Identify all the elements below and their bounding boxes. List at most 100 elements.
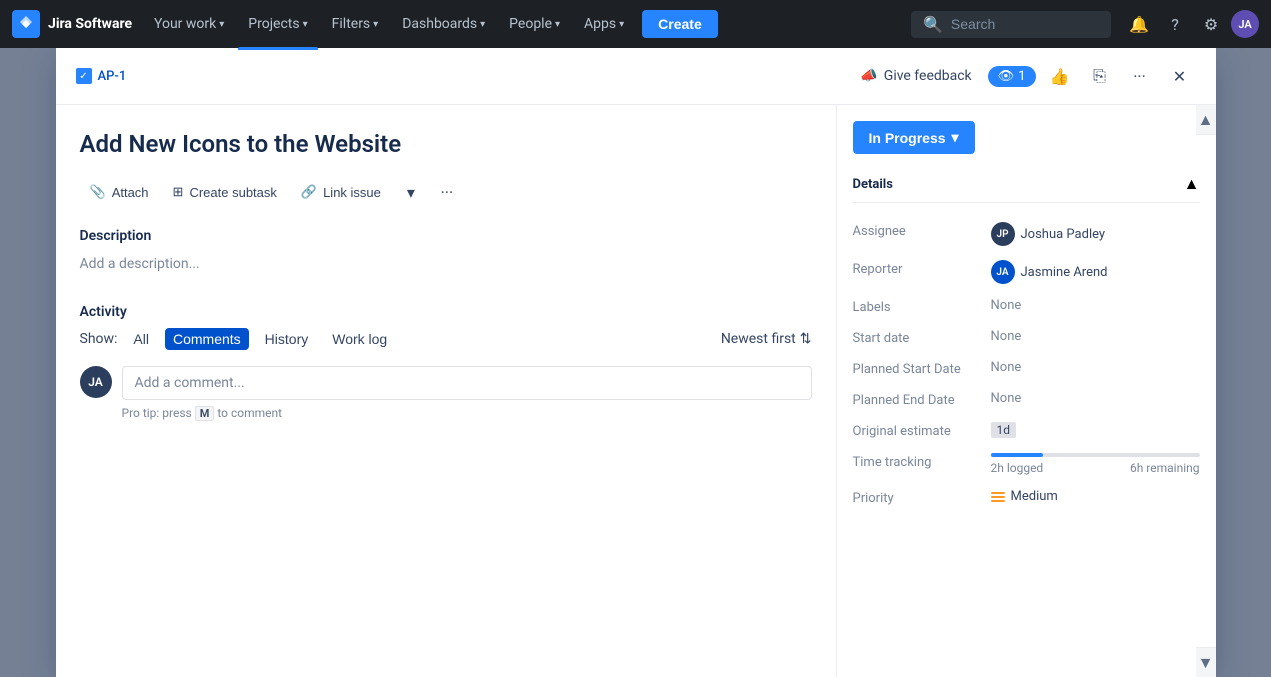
scroll-down-button[interactable]: ▼: [1196, 647, 1216, 677]
watch-icon: 👁: [998, 69, 1015, 84]
top-navigation: Jira Software Your work ▾ Projects ▾ Fil…: [0, 0, 1271, 48]
jira-logo-icon: [12, 10, 40, 38]
toolbar-expand-button[interactable]: ▾: [395, 176, 427, 208]
time-tracking-label: Time tracking: [853, 453, 983, 470]
logo[interactable]: Jira Software: [12, 10, 132, 38]
filter-comments-button[interactable]: Comments: [165, 328, 249, 350]
link-issue-button[interactable]: 🔗 Link issue: [291, 179, 391, 205]
filter-all-button[interactable]: All: [125, 328, 157, 350]
toolbar: 📎 Attach ⊞ Create subtask 🔗 Link issue ▾…: [80, 176, 812, 208]
description-section: Description Add a description...: [80, 228, 812, 276]
issue-id[interactable]: ✓ AP-1: [76, 68, 127, 84]
modal-actions: 📣 Give feedback 👁 1 👍 ⎘ ··· ✕: [852, 60, 1195, 92]
link-icon: 🔗: [301, 184, 317, 200]
priority-value[interactable]: Medium: [991, 489, 1058, 504]
activity-filter-row: Show: All Comments History Work log Newe…: [80, 328, 812, 350]
planned-start-row: Planned Start Date None: [853, 353, 1200, 384]
issue-title: Add New Icons to the Website: [80, 129, 812, 160]
time-labels: 2h logged 6h remaining: [991, 461, 1200, 475]
issue-modal: ✓ AP-1 📣 Give feedback 👁 1 👍 ⎘ ··· ✕ Add…: [56, 48, 1216, 677]
assignee-value[interactable]: JP Joshua Padley: [991, 222, 1106, 246]
start-date-value[interactable]: None: [991, 329, 1022, 344]
give-feedback-button[interactable]: 📣 Give feedback: [852, 64, 979, 88]
planned-end-row: Planned End Date None: [853, 384, 1200, 415]
sort-newest-button[interactable]: Newest first ⇅: [721, 331, 812, 347]
modal-header: ✓ AP-1 📣 Give feedback 👁 1 👍 ⎘ ··· ✕: [56, 48, 1216, 105]
create-subtask-button[interactable]: ⊞ Create subtask: [163, 179, 287, 205]
reporter-label: Reporter: [853, 260, 983, 277]
filters-chevron: ▾: [373, 19, 378, 30]
description-label: Description: [80, 228, 812, 244]
filter-history-button[interactable]: History: [257, 328, 317, 350]
description-input[interactable]: Add a description...: [80, 252, 812, 276]
details-title: Details: [853, 177, 893, 192]
nav-dashboards[interactable]: Dashboards ▾: [392, 12, 495, 36]
activity-label: Activity: [80, 304, 812, 320]
planned-end-value[interactable]: None: [991, 391, 1022, 406]
details-header[interactable]: Details ▲: [853, 166, 1200, 203]
planned-start-label: Planned Start Date: [853, 360, 983, 377]
labels-row: Labels None: [853, 291, 1200, 322]
estimate-badge: 1d: [991, 422, 1017, 438]
projects-chevron: ▾: [303, 19, 308, 30]
status-section: In Progress ▾: [837, 105, 1216, 166]
right-panel: ▲ In Progress ▾ Details ▲ Assignee: [836, 105, 1216, 677]
pro-tip: Pro tip: press M to comment: [122, 406, 812, 421]
nav-apps[interactable]: Apps ▾: [574, 12, 634, 36]
reporter-value[interactable]: JA Jasmine Arend: [991, 260, 1108, 284]
comment-input-row: JA Add a comment...: [80, 366, 812, 400]
reporter-avatar: JA: [991, 260, 1015, 284]
modal-body: Add New Icons to the Website 📎 Attach ⊞ …: [56, 105, 1216, 677]
priority-label: Priority: [853, 489, 983, 506]
logo-text: Jira Software: [48, 16, 132, 32]
attach-button[interactable]: 📎 Attach: [80, 179, 159, 205]
filter-worklog-button[interactable]: Work log: [324, 328, 395, 350]
nav-filters[interactable]: Filters ▾: [322, 12, 389, 36]
show-label: Show:: [80, 331, 118, 347]
details-collapse-icon: ▲: [1184, 174, 1200, 194]
time-tracking-row: Time tracking 2h logged 6h remaining: [853, 446, 1200, 482]
user-avatar[interactable]: JA: [1231, 10, 1259, 38]
more-options-button[interactable]: ···: [1124, 60, 1156, 92]
left-panel: Add New Icons to the Website 📎 Attach ⊞ …: [56, 105, 836, 677]
close-button[interactable]: ✕: [1164, 60, 1196, 92]
assignee-row: Assignee JP Joshua Padley: [853, 215, 1200, 253]
nav-your-work[interactable]: Your work ▾: [144, 12, 234, 36]
watch-button[interactable]: 👁 1: [988, 66, 1036, 87]
labels-label: Labels: [853, 298, 983, 315]
planned-end-label: Planned End Date: [853, 391, 983, 408]
search-input[interactable]: [951, 16, 1099, 32]
time-remaining: 6h remaining: [1130, 461, 1200, 475]
original-estimate-value[interactable]: 1d: [991, 422, 1017, 438]
time-tracking-value[interactable]: 2h logged 6h remaining: [991, 453, 1200, 475]
nav-people[interactable]: People ▾: [499, 12, 570, 36]
scroll-up-button[interactable]: ▲: [1196, 105, 1216, 135]
priority-icon: [991, 492, 1005, 502]
create-button[interactable]: Create: [642, 10, 718, 38]
original-estimate-label: Original estimate: [853, 422, 983, 439]
toolbar-more-button[interactable]: ···: [431, 176, 463, 208]
issue-type-icon: ✓: [76, 68, 92, 84]
nav-projects[interactable]: Projects ▾: [238, 12, 317, 36]
activity-section: Activity Show: All Comments History Work…: [80, 304, 812, 421]
notification-icon[interactable]: 🔔: [1123, 8, 1155, 40]
time-logged: 2h logged: [991, 461, 1044, 475]
status-button[interactable]: In Progress ▾: [853, 121, 975, 154]
settings-icon[interactable]: ⚙: [1195, 8, 1227, 40]
planned-start-value[interactable]: None: [991, 360, 1022, 375]
sort-icon: ⇅: [800, 331, 812, 347]
thumbsup-button[interactable]: 👍: [1044, 60, 1076, 92]
your-work-chevron: ▾: [219, 19, 224, 30]
original-estimate-row: Original estimate 1d: [853, 415, 1200, 446]
start-date-label: Start date: [853, 329, 983, 346]
comment-input[interactable]: Add a comment...: [122, 366, 812, 400]
details-section: Details ▲ Assignee JP Joshua Padley Repo…: [837, 166, 1216, 529]
time-bar-background: [991, 453, 1200, 457]
help-icon[interactable]: ?: [1159, 8, 1191, 40]
feedback-icon: 📣: [860, 68, 877, 84]
share-button[interactable]: ⎘: [1084, 60, 1116, 92]
attach-icon: 📎: [90, 184, 106, 200]
dashboards-chevron: ▾: [480, 19, 485, 30]
labels-value[interactable]: None: [991, 298, 1022, 313]
search-box[interactable]: 🔍: [911, 11, 1111, 38]
